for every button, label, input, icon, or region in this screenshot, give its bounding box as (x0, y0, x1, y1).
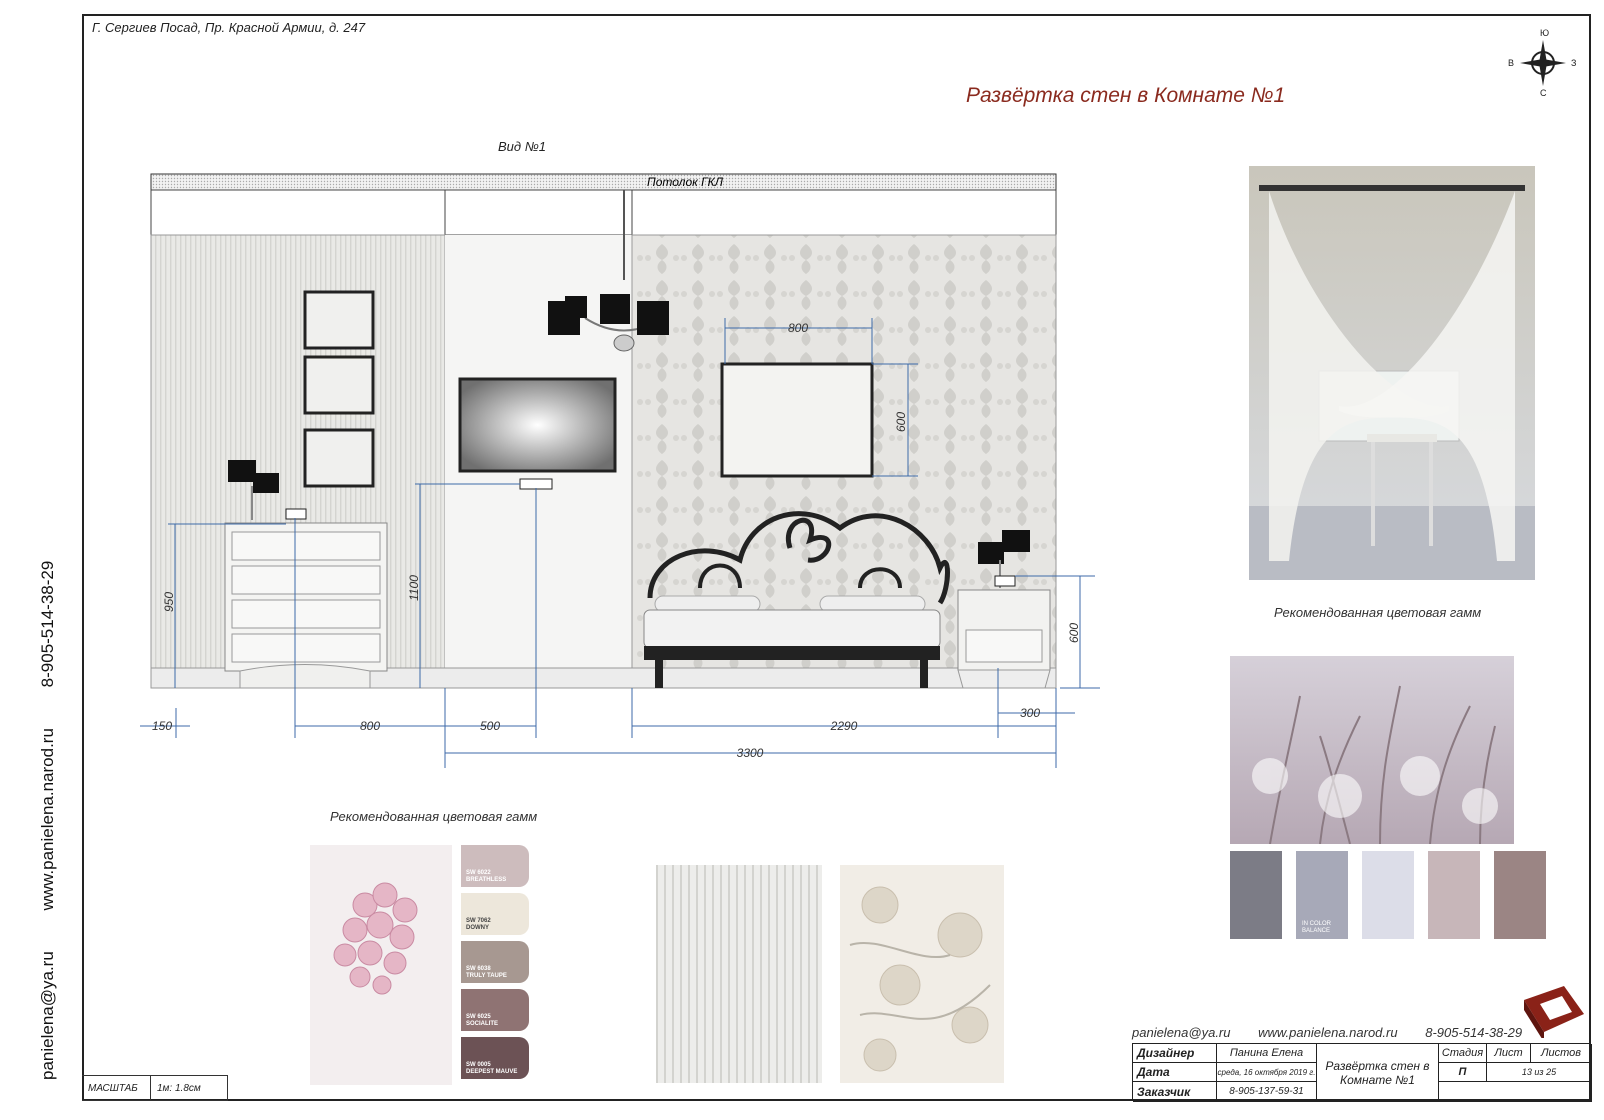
stamp-title: Развёртка стен в Комнате №1 (1317, 1044, 1439, 1102)
recommended-label-left: Рекомендованная цветовая гамм (330, 809, 538, 824)
title-block: Дизайнер Панина Елена Дата среда, 16 окт… (1132, 1043, 1592, 1102)
paint-chip: SW 0005 DEEPEST MAUVE (461, 1037, 529, 1079)
compass-south: С (1540, 88, 1547, 98)
picture-frame (303, 290, 375, 350)
client-label: Заказчик (1133, 1082, 1217, 1102)
paint-chips: SW 6022 BREATHLESS SW 7062 DOWNY SW 6038 TR… (461, 845, 529, 1085)
paint-chip: SW 6025 SOCIALITE (461, 989, 529, 1031)
scale-value: 1м: 1.8см (157, 1082, 201, 1094)
stage-value: П (1439, 1063, 1487, 1082)
chip-code: SW 6038 (466, 966, 491, 972)
palette-swatch: IN COLOR BALANCE (1296, 851, 1348, 939)
chip-name: DOWNY (466, 925, 489, 931)
footer-contacts: panielena@ya.ru www.panielena.narod.ru 8… (1132, 1025, 1544, 1040)
sheet-title: Развёртка стен в Комнате №1 (966, 84, 1286, 107)
dim-2290: 2290 (830, 719, 858, 733)
view-title: Вид №1 (498, 139, 547, 154)
ceiling-band (150, 173, 1057, 191)
chip-code: SW 0005 (466, 1062, 491, 1068)
dim-600: 600 (1067, 623, 1081, 643)
logo-icon (1524, 986, 1584, 1038)
chip-name: SOCIALITE (466, 1021, 499, 1027)
stage-label: Стадия (1439, 1044, 1487, 1063)
chip-code: SW 6022 (466, 870, 491, 876)
dim-800: 800 (360, 719, 380, 733)
wall-elevation: Потолок ГКЛ 800 600 950 1100 600 150 800… (140, 173, 1100, 768)
chip-name: TRULY TAUPE (466, 973, 507, 979)
client-phone: 8-905-137-59-31 (1217, 1082, 1317, 1102)
date-label: Дата (1133, 1063, 1217, 1082)
dim-150: 150 (152, 719, 172, 733)
compass-east: З (1571, 58, 1577, 68)
scale-label: МАСШТАБ (82, 1076, 151, 1100)
socket-icon (994, 575, 1016, 587)
dim-1100: 1100 (407, 575, 421, 601)
paint-chip: SW 6022 BREATHLESS (461, 845, 529, 887)
tv-screen (458, 377, 617, 473)
palette-swatch (1494, 851, 1546, 939)
paint-chip: SW 7062 DOWNY (461, 893, 529, 935)
designer-label: Дизайнер (1133, 1044, 1217, 1063)
compass-west: В (1508, 58, 1515, 68)
picture-frame-large (720, 362, 874, 478)
side-email: panielena@ya.ru (38, 951, 57, 1080)
sheet-label: Лист (1487, 1044, 1531, 1063)
chip-code: SW 6025 (466, 1014, 491, 1020)
footer-phone: 8-905-514-38-29 (1425, 1025, 1523, 1040)
chip-code: SW 7062 (466, 918, 491, 924)
paint-chip: SW 6038 TRULY TAUPE (461, 941, 529, 983)
picture-frame (303, 428, 375, 488)
designer-name: Панина Елена (1217, 1044, 1317, 1063)
sheet-of: 13 из 25 (1487, 1063, 1592, 1082)
socket-icon (285, 508, 307, 520)
palette-swatch (1428, 851, 1480, 939)
scale-box: МАСШТАБ 1м: 1.8см (82, 1075, 228, 1101)
frost-photo (1230, 656, 1514, 844)
picture-frame (303, 355, 375, 415)
footer-email: panielena@ya.ru (1132, 1025, 1231, 1040)
ceiling-label: Потолок ГКЛ (647, 175, 724, 189)
floral-wallpaper-sample (840, 865, 1004, 1083)
date-value: среда, 16 октября 2019 г. (1217, 1063, 1317, 1082)
sheets-label: Листов (1531, 1044, 1592, 1063)
dim-300: 300 (1020, 706, 1040, 720)
dim-3300: 3300 (737, 746, 764, 760)
footer-site: www.panielena.narod.ru (1258, 1025, 1398, 1040)
nightstand (957, 589, 1051, 689)
dim-frame-width: 800 (788, 321, 808, 335)
striped-wallpaper-sample (656, 865, 822, 1083)
hydrangea-photo (310, 845, 452, 1085)
side-contacts: panielena@ya.ru www.panielena.narod.ru 8… (38, 525, 58, 1080)
dim-500: 500 (480, 719, 500, 733)
stamp-empty-cell (1439, 1082, 1592, 1102)
palette-swatch (1362, 851, 1414, 939)
dim-950: 950 (162, 592, 176, 612)
mattress (643, 609, 941, 649)
dim-frame-height: 600 (894, 412, 908, 432)
socket-icon (519, 478, 553, 490)
compass-north: Ю (1540, 28, 1550, 38)
recommended-label-right: Рекомендованная цветовая гамм (1274, 605, 1482, 620)
project-address: Г. Сергиев Посад, Пр. Красной Армии, д. … (92, 20, 366, 35)
chip-name: BREATHLESS (466, 877, 507, 883)
curtain-photo (1249, 166, 1535, 580)
side-phone: 8-905-514-38-29 (38, 560, 57, 688)
compass-icon: Ю С В З (1508, 28, 1578, 98)
side-site: www.panielena.narod.ru (38, 728, 57, 911)
bed-base (644, 646, 940, 660)
chest-of-drawers (224, 522, 388, 689)
color-palette: IN COLOR BALANCE (1230, 851, 1546, 939)
chip-name: DEEPEST MAUVE (466, 1069, 518, 1075)
swatch-caption: IN COLOR BALANCE (1302, 921, 1332, 934)
palette-swatch (1230, 851, 1282, 939)
